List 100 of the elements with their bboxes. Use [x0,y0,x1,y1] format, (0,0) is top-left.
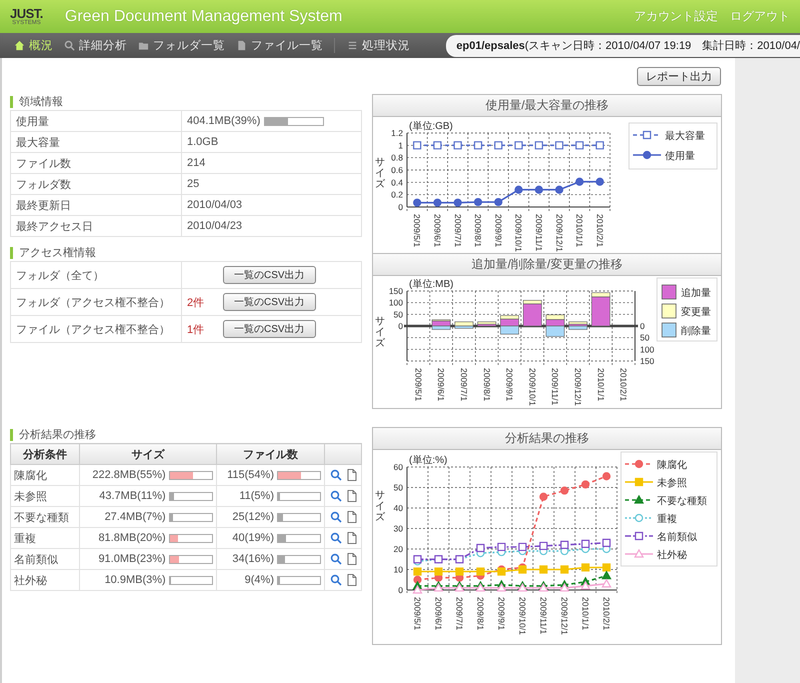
table-cell: 404.1MB(39%) [187,115,260,128]
table-cell: 115(54%) [227,469,274,481]
axis-label: 60 [394,462,403,472]
table-cell: 25 [187,178,200,190]
legend-label: 変更量 [681,307,711,318]
axis-label: 0.6 [391,165,403,175]
axis-label: 0.2 [391,190,403,200]
axis-label: 50 [640,332,650,343]
axis-label: 2009/9/1 [493,214,504,248]
table-cell: 重複 [10,528,80,548]
table-cell: 最大容量 [10,132,182,152]
axis-label: 2009/10/1 [527,368,538,406]
axis-label: 2009/5/1 [412,597,422,630]
table-cell: 91.0MB(23%) [98,553,166,565]
axis-label: 2010/1/1 [596,368,606,402]
table-cell: 10.9MB(3%) [104,574,166,586]
axis-label: 2009/10/1 [514,214,524,252]
table-cell: 2010/04/23 [187,220,242,232]
section-title: アクセス権情報 [10,247,362,259]
axis-label: 2009/8/1 [476,597,486,630]
axis-label: 2009/11/1 [534,214,544,252]
legend-label: 最大容量 [665,131,705,142]
axis-label: 2009/5/1 [413,368,424,402]
axis-label: 2009/11/1 [550,368,560,406]
table-cell: 222.8MB(55%) [92,469,166,481]
table-cell: 1.0GB [187,136,218,148]
axis-label: 30 [394,524,403,534]
table-cell: 社外秘 [10,570,80,590]
legend-label: 追加量 [681,288,711,299]
unit-label: (単位:%) [409,455,448,466]
table-cell: 40(19%) [232,532,274,544]
axis-label: 1.2 [391,128,403,138]
table-cell: フォルダ数 [10,174,182,194]
logo: JUST. [10,7,43,20]
legend-label: 重複 [657,514,677,525]
axis-label: 0 [398,202,403,212]
axis-label: 2009/9/1 [504,368,515,402]
unit-label: (単位:MB) [409,279,454,290]
table-cell: 27.4MB(7%) [104,511,166,523]
section-title: 領域情報 [10,96,362,108]
table-cell: 9(4%) [244,574,274,586]
table-cell: 陳腐化 [10,464,80,486]
axis-label: 0.4 [391,177,403,188]
table-cell: ファイル数 [10,152,182,174]
axis-label: 10 [394,564,403,574]
table-cell: ファイル（アクセス権不整合） [10,316,182,342]
axis-title: サイズ [375,157,385,190]
axis-label: 2009/7/1 [452,214,463,248]
legend-label: 不要な種類 [657,496,707,507]
axis-label: 0.8 [391,152,403,163]
axis-label: 100 [640,344,654,354]
table-cell: 未参照 [10,486,80,506]
axis-label: 50 [394,482,403,492]
axis-title: サイズ [375,490,385,523]
axis-label: 100 [388,298,403,308]
axis-label: 2009/7/1 [454,597,464,630]
axis-label: 40 [394,503,403,513]
table-cell: 2010/04/03 [187,199,242,212]
table-cell: 最終アクセス日 [10,216,182,236]
table-cell: 34(16%) [232,553,274,565]
axis-label: 2009/9/1 [496,597,506,630]
column-header: サイズ [80,444,216,464]
context-label: ep01/epsales(スキャン日時：2010/04/07 19:19 集計日時：2010/04/ [446,34,800,56]
axis-label: 2009/8/1 [473,214,484,248]
axis-label: 2009/8/1 [482,368,492,402]
axis-label: 2009/11/1 [538,597,548,634]
axis-label: 20 [394,544,403,554]
table-cell: 名前類似 [10,548,80,570]
app-title: Green Document Management System [64,8,342,26]
legend-label: 削除量 [681,326,711,337]
axis-label: 2010/2/1 [618,368,629,402]
chart-title: 分析結果の推移 [373,428,721,450]
unit-label: (単位:GB) [409,121,453,132]
axis-label: 150 [640,356,654,366]
table-cell: フォルダ（全て） [10,262,182,288]
legend-label: 陳腐化 [657,460,687,471]
table-cell: フォルダ（アクセス権不整合） [10,288,182,316]
axis-title: サイズ [375,316,385,349]
axis-label: 2010/1/1 [574,214,585,248]
axis-label: 150 [388,286,403,296]
axis-label: 2009/12/1 [560,597,570,635]
table-cell: 11(5%) [239,490,274,502]
axis-label: 2009/5/1 [412,214,422,248]
axis-label: 0 [640,321,645,331]
axis-label: 2009/6/1 [434,597,444,630]
legend-label: 名前類似 [657,532,697,543]
axis-label: 2009/6/1 [432,214,442,248]
axis-label: 2009/10/1 [518,597,528,635]
table-cell: 43.7MB(11%) [99,490,166,502]
legend-label: 社外秘 [657,550,687,561]
chart-title: 使用量/最大容量の推移 [373,95,721,117]
axis-label: 2009/12/1 [554,214,564,252]
axis-label: 0 [398,585,403,595]
table-cell: 214 [187,157,206,170]
table-cell: 最終更新日 [10,194,182,216]
table-cell: 使用量 [10,110,182,132]
legend-label: 未参照 [657,478,687,489]
axis-label: 2010/2/1 [602,597,612,630]
axis-label: 1 [398,140,403,150]
column-header: ファイル数 [216,444,324,464]
